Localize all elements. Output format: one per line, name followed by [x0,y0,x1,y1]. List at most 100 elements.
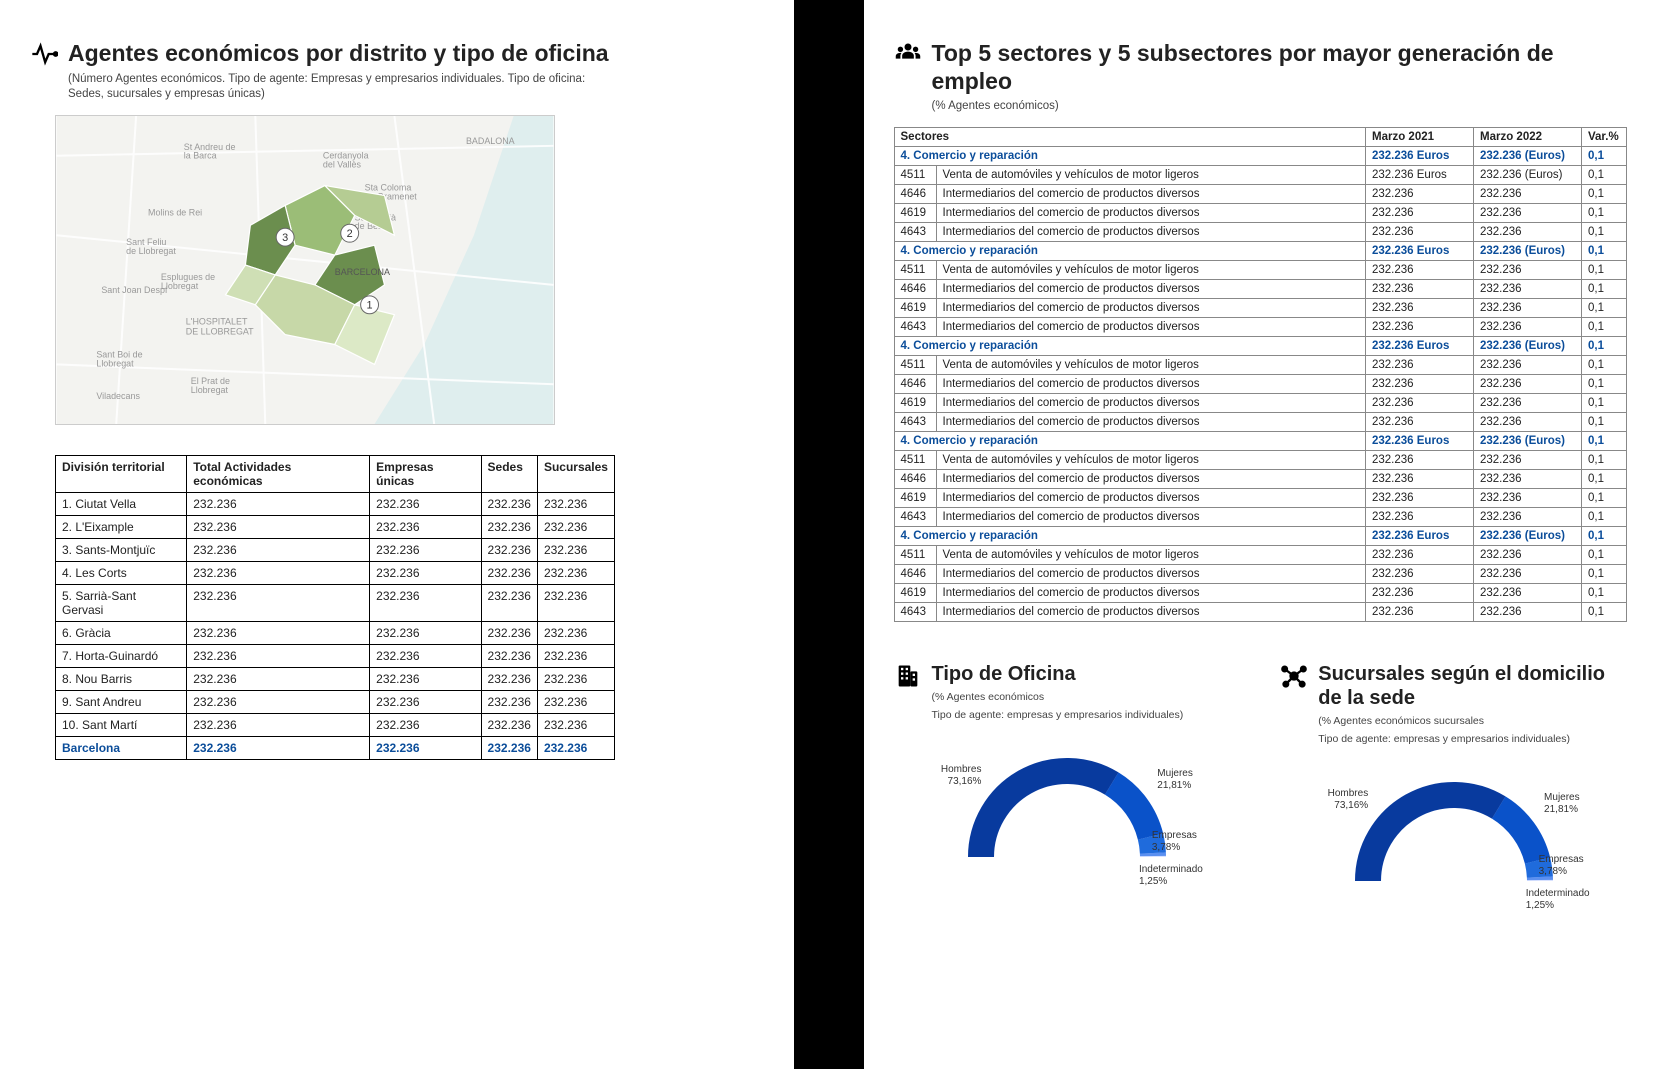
sub-desc: Intermediarios del comercio de productos… [936,583,1366,602]
sub-m2: 232.236 [1474,374,1582,393]
svg-text:BADALONA: BADALONA [466,135,515,145]
table-cell: 6. Gràcia [56,621,187,644]
sub-desc: Intermediarios del comercio de productos… [936,564,1366,583]
table-cell: 232.236 [187,736,370,759]
sub-m1: 232.236 [1366,583,1474,602]
table-cell: 2. L'Eixample [56,515,187,538]
sub-var: 0,1 [1582,355,1627,374]
table-cell: 232.236 [187,621,370,644]
table-cell: 232.236 [370,736,481,759]
table-cell: 232.236 [187,561,370,584]
chart-tipo-oficina: Tipo de Oficina (% Agentes económicos Ti… [894,662,1241,936]
sub-m1: 232.236 [1366,412,1474,431]
group-value: 232.236 (Euros) [1474,146,1582,165]
sub-m2: 232.236 [1474,564,1582,583]
sub-desc: Intermediarios del comercio de productos… [936,393,1366,412]
th-empresas: Empresas únicas [370,455,481,492]
chart-title: Tipo de Oficina [932,662,1184,686]
map-marker-1: 1 [367,299,373,311]
gauge-chart-2: Hombres 73,16% Mujeres 21,81% Empresas 3… [1324,766,1584,936]
sub-m2: 232.236 [1474,583,1582,602]
lbl-mujeres: Mujeres [1544,792,1580,803]
sub-m1: 232.236 [1366,564,1474,583]
svg-text:del Vallès: del Vallès [323,159,362,169]
sub-var: 0,1 [1582,602,1627,621]
svg-text:L'HOSPITALET: L'HOSPITALET [186,316,248,326]
gauge-chart-1: Hombres 73,16% Mujeres 21,81% Empresas 3… [937,742,1197,912]
table-cell: 232.236 [370,561,481,584]
lbl-empresas: Empresas [1152,830,1197,841]
sub-m2: 232.236 (Euros) [1474,165,1582,184]
sub-code: 4646 [894,184,936,203]
th-marzo-2021: Marzo 2021 [1366,127,1474,146]
sub-desc: Intermediarios del comercio de productos… [936,203,1366,222]
table-cell: 232.236 [370,667,481,690]
sub-desc: Intermediarios del comercio de productos… [936,507,1366,526]
table-cell: 5. Sarrià-Sant Gervasi [56,584,187,621]
table-cell: 232.236 [370,644,481,667]
table-cell: 4. Les Corts [56,561,187,584]
table-cell: 232.236 [537,621,614,644]
table-cell: 232.236 [481,561,537,584]
sector-sub-row: 4619Intermediarios del comercio de produ… [894,203,1627,222]
table-cell: 232.236 [370,538,481,561]
lbl-mujeres-pct: 21,81% [1157,780,1193,792]
sub-code: 4643 [894,222,936,241]
chart-subtitle-1: (% Agentes económicos [932,690,1184,704]
table-row-total: Barcelona232.236232.236232.236232.236 [56,736,615,759]
table-cell: 232.236 [481,713,537,736]
sector-sub-row: 4511Venta de automóviles y vehículos de … [894,450,1627,469]
sub-var: 0,1 [1582,279,1627,298]
table-cell: 232.236 [481,736,537,759]
svg-text:Molins de Rei: Molins de Rei [148,207,202,217]
lbl-mujeres: Mujeres [1157,768,1193,779]
lbl-empresas-pct: 3,78% [1539,866,1584,878]
sub-var: 0,1 [1582,488,1627,507]
table-row: 3. Sants-Montjuïc232.236232.236232.23623… [56,538,615,561]
map-marker-3: 3 [282,232,288,244]
sub-m1: 232.236 [1366,507,1474,526]
sub-var: 0,1 [1582,450,1627,469]
group-label: 4. Comercio y reparación [894,146,1366,165]
page-gutter [794,0,864,1069]
sub-code: 4511 [894,260,936,279]
document-spread: Agentes económicos por distrito y tipo d… [0,0,1657,1069]
page-right: Top 5 sectores y 5 subsectores por mayor… [864,0,1657,1069]
table-cell: 232.236 [537,690,614,713]
sub-code: 4511 [894,355,936,374]
sub-code: 4643 [894,507,936,526]
sector-sub-row: 4511Venta de automóviles y vehículos de … [894,260,1627,279]
group-var: 0,1 [1582,526,1627,545]
svg-text:Llobregat: Llobregat [161,281,199,291]
sub-var: 0,1 [1582,545,1627,564]
group-label: 4. Comercio y reparación [894,431,1366,450]
lbl-indet-pct: 1,25% [1139,876,1203,888]
table-row: 10. Sant Martí232.236232.236232.236232.2… [56,713,615,736]
map-marker-2: 2 [347,228,353,240]
group-value: 232.236 (Euros) [1474,241,1582,260]
svg-text:de Llobregat: de Llobregat [126,246,176,256]
sub-m1: 232.236 [1366,602,1474,621]
lbl-hombres-pct: 73,16% [1328,800,1369,812]
sub-m2: 232.236 [1474,507,1582,526]
group-value: 232.236 Euros [1366,526,1474,545]
table-cell: 232.236 [187,690,370,713]
table-row: 9. Sant Andreu232.236232.236232.236232.2… [56,690,615,713]
sub-m1: 232.236 [1366,222,1474,241]
table-cell: 8. Nou Barris [56,667,187,690]
sub-desc: Venta de automóviles y vehículos de moto… [936,545,1366,564]
table-cell: 232.236 [187,644,370,667]
chart-title: Sucursales según el domicilio de la sede [1318,662,1627,710]
sub-var: 0,1 [1582,564,1627,583]
sector-sub-row: 4619Intermediarios del comercio de produ… [894,488,1627,507]
group-value: 232.236 (Euros) [1474,336,1582,355]
th-sucursales: Sucursales [537,455,614,492]
sector-sub-row: 4619Intermediarios del comercio de produ… [894,298,1627,317]
svg-text:DE LLOBREGAT: DE LLOBREGAT [186,326,254,336]
sub-desc: Intermediarios del comercio de productos… [936,279,1366,298]
lbl-hombres-pct: 73,16% [941,776,982,788]
table-cell: 10. Sant Martí [56,713,187,736]
chart-subtitle-2: Tipo de agente: empresas y empresarios i… [932,708,1184,722]
table-cell: 232.236 [481,492,537,515]
sub-m2: 232.236 [1474,393,1582,412]
